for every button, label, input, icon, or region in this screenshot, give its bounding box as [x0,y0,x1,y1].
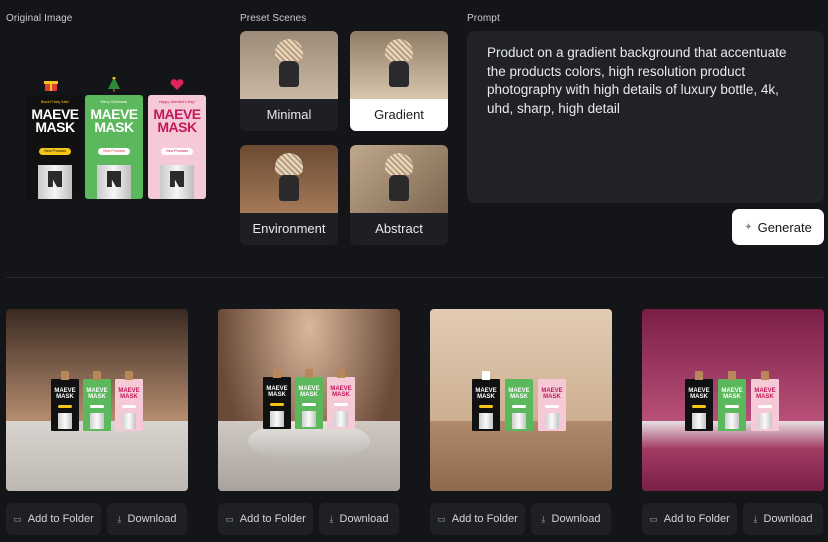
lamp-shade [385,153,413,175]
product-can [97,165,131,199]
divider [6,277,824,278]
add-to-folder-button-4[interactable]: ▭ Add to Folder [642,503,737,535]
mini-box-black: MAEVE MASK [472,371,500,431]
download-icon: ⤓ [117,513,122,524]
prompt-label: Prompt [467,13,500,24]
mini-box-black: MAEVE MASK [51,371,79,431]
add-to-folder-button-2[interactable]: ▭ Add to Folder [218,503,313,535]
download-icon: ⤓ [753,513,758,524]
download-button-1[interactable]: ⤓ Download [107,503,187,535]
scene-thumbnail [350,31,448,99]
product-can [160,165,194,199]
preset-scenes-label: Preset Scenes [240,13,307,24]
download-icon: ⤓ [541,513,546,524]
prompt-textarea[interactable]: Product on a gradient background that ac… [467,31,824,203]
mini-box-green: MAEVE MASK [505,379,533,431]
folder-icon: ▭ [437,513,446,524]
mini-box-pink: MAEVE MASK [115,371,143,431]
box-pill: View Products [98,148,130,155]
scene-abstract[interactable]: Abstract [350,145,448,245]
mini-box-pink: MAEVE MASK [751,371,779,431]
mini-box-black: MAEVE MASK [263,369,291,429]
lamp-base [389,175,409,201]
mini-box-green: MAEVE MASK [83,371,111,431]
lamp-shade [275,39,303,61]
folder-icon: ▭ [649,513,658,524]
scene-thumbnail [350,145,448,213]
original-image-label: Original Image [6,13,73,24]
lamp-shade [385,39,413,61]
scene-label: Abstract [375,221,423,236]
gift-icon [44,81,58,91]
result-image-1[interactable]: MAEVE MASK MAEVE MASK MAEVE MASK [6,309,188,491]
product-can [38,165,72,199]
result-floor [642,421,824,491]
christmas-tree-icon [108,77,120,92]
mini-box-pink: MAEVE MASK [538,379,566,431]
result-image-2[interactable]: MAEVE MASK MAEVE MASK MAEVE MASK [218,309,400,491]
mini-box-pink: MAEVE MASK [327,369,355,429]
box-tag: Happy Valentine's Day! [158,100,195,104]
generate-label: Generate [757,219,812,235]
mini-box-green: MAEVE MASK [295,369,323,429]
box-pill: View Products [161,148,193,155]
lamp-base [279,61,299,87]
lamp-shade [275,153,303,175]
mini-box-green: MAEVE MASK [718,371,746,431]
result-image-4[interactable]: MAEVE MASK MAEVE MASK MAEVE MASK [642,309,824,491]
scene-minimal[interactable]: Minimal [240,31,338,131]
box-brand: MAEVE MASK [153,106,201,135]
scene-label: Environment [252,221,326,236]
original-image: Black Friday Sale! MAEVE MASK View Produc… [22,74,212,204]
download-button-4[interactable]: ⤓ Download [743,503,823,535]
sparkle-icon: ✦ [744,221,753,233]
generate-button[interactable]: ✦ Generate [732,209,824,245]
scene-gradient[interactable]: Gradient [350,31,448,131]
download-button-3[interactable]: ⤓ Download [531,503,611,535]
mini-box-black: MAEVE MASK [685,371,713,431]
hearts-icon [170,79,184,90]
scene-thumbnail [240,31,338,99]
box-tag: Merry Christmas! [100,100,128,104]
add-to-folder-button-1[interactable]: ▭ Add to Folder [6,503,101,535]
lamp-base [389,61,409,87]
box-pill: View Products [39,148,71,155]
product-box-black-friday: Black Friday Sale! MAEVE MASK View Produc… [26,95,84,199]
box-brand: MAEVE MASK [90,106,138,135]
scene-environment[interactable]: Environment [240,145,338,245]
download-icon: ⤓ [329,513,334,524]
scene-label: Gradient [350,99,448,131]
scene-thumbnail [240,145,338,213]
product-box-christmas: Merry Christmas! MAEVE MASK View Products [85,95,143,199]
box-brand: MAEVE MASK [31,106,79,135]
folder-icon: ▭ [225,513,234,524]
lamp-base [279,175,299,201]
result-floor [6,421,188,491]
download-button-2[interactable]: ⤓ Download [319,503,399,535]
scene-label: Minimal [266,107,312,122]
product-box-valentine: Happy Valentine's Day! MAEVE MASK View Pr… [148,95,206,199]
result-floor [430,421,612,491]
result-image-3[interactable]: MAEVE MASK MAEVE MASK MAEVE MASK [430,309,612,491]
folder-icon: ▭ [13,513,22,524]
box-tag: Black Friday Sale! [40,100,70,104]
add-to-folder-button-3[interactable]: ▭ Add to Folder [430,503,525,535]
